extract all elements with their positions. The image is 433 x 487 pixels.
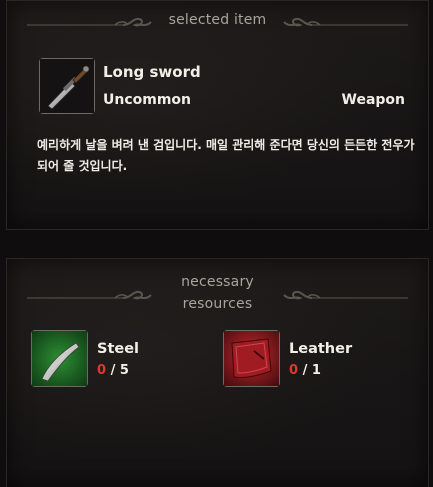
resource-have-steel: 0 [97, 363, 107, 378]
resource-count-leather: 0 / 1 [289, 363, 321, 378]
header-ornament-left-icon [27, 285, 157, 305]
resources-header: necessary resources [7, 271, 428, 315]
steel-blade-icon [32, 331, 87, 386]
selected-item-title: selected item [168, 12, 267, 28]
item-description: 예리하게 날을 벼려 낸 검입니다. 매일 관리해 준다면 당신의 든든한 전우… [37, 138, 415, 173]
item-type: Weapon [341, 92, 406, 108]
selected-item-header: selected item [7, 9, 428, 31]
header-ornament-left-icon [27, 12, 157, 32]
resources-title-line2: resources [182, 296, 253, 312]
resource-slot-steel[interactable] [31, 330, 88, 387]
header-ornament-right-icon [278, 285, 408, 305]
selected-item-panel: selected item Long sword Uncommon Weapon… [6, 0, 429, 230]
resource-count-steel: 0 / 5 [97, 363, 129, 378]
resource-sep-leather: / [302, 363, 308, 378]
resource-slot-leather[interactable] [223, 330, 280, 387]
resource-name-steel: Steel [97, 341, 140, 357]
header-ornament-right-icon [278, 12, 408, 32]
leather-icon [224, 331, 279, 386]
resource-need-leather: 1 [311, 363, 321, 378]
resources-panel: necessary resources Steel 0 / 5 Leather … [6, 258, 429, 487]
resource-sep-steel: / [110, 363, 116, 378]
item-name: Long sword [103, 63, 201, 81]
sword-icon [40, 59, 94, 113]
resource-need-steel: 5 [119, 363, 129, 378]
resource-name-leather: Leather [289, 341, 353, 357]
item-slot[interactable] [39, 58, 95, 114]
resources-title-line1: necessary [181, 274, 254, 290]
item-rarity: Uncommon [103, 92, 192, 108]
resource-have-leather: 0 [289, 363, 299, 378]
